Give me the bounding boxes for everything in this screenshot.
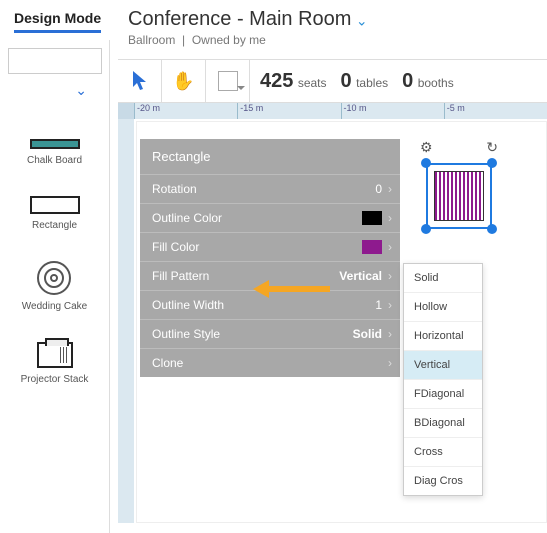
dropdown-item-diag-cros[interactable]: Diag Cros <box>404 467 482 495</box>
hand-icon: ✋ <box>172 71 194 92</box>
search-input[interactable] <box>8 48 102 74</box>
dropdown-item-bdiagonal[interactable]: BDiagonal <box>404 409 482 438</box>
sidebar: ⌄ Chalk Board Rectangle Wedding Cake Pro… <box>0 40 110 533</box>
palette-label: Chalk Board <box>27 155 82 166</box>
dropdown-item-hollow[interactable]: Hollow <box>404 293 482 322</box>
prop-outline-color[interactable]: Outline Color › <box>140 203 400 232</box>
prop-clone[interactable]: Clone › <box>140 348 400 377</box>
palette-projector-stack[interactable]: Projector Stack <box>21 342 89 385</box>
resize-handle[interactable] <box>421 224 431 234</box>
color-swatch-black <box>362 211 382 225</box>
wedding-cake-icon <box>37 261 71 295</box>
color-swatch-purple <box>362 240 382 254</box>
properties-panel: Rectangle Rotation 0› Outline Color › Fi… <box>140 139 400 377</box>
rectangle-icon <box>30 196 80 214</box>
seat-count: 425 <box>260 70 293 92</box>
prop-fill-color[interactable]: Fill Color › <box>140 232 400 261</box>
prop-outline-style[interactable]: Outline Style Solid› <box>140 319 400 348</box>
resize-handle[interactable] <box>487 158 497 168</box>
palette-label: Rectangle <box>32 220 77 231</box>
fill-pattern-dropdown: SolidHollowHorizontalVerticalFDiagonalBD… <box>403 263 483 496</box>
canvas[interactable]: -20 m -15 m -10 m -5 m Rectangle Rotatio… <box>118 103 547 523</box>
resize-handle[interactable] <box>487 224 497 234</box>
chevron-down-icon[interactable]: ⌄ <box>75 82 87 99</box>
chevron-down-icon: ⌄ <box>356 12 368 28</box>
ruler-vertical <box>118 119 134 523</box>
gear-icon[interactable]: ⚙ <box>420 139 433 156</box>
ruler-corner <box>118 103 134 119</box>
room-subtitle: Ballroom | Owned by me <box>128 33 537 47</box>
room-title[interactable]: Conference - Main Room ⌄ <box>128 8 537 31</box>
dropdown-item-fdiagonal[interactable]: FDiagonal <box>404 380 482 409</box>
dropdown-item-horizontal[interactable]: Horizontal <box>404 322 482 351</box>
ruler-horizontal: -20 m -15 m -10 m -5 m <box>118 103 547 119</box>
design-mode-tab[interactable]: Design Mode <box>14 10 101 33</box>
palette-rectangle[interactable]: Rectangle <box>30 196 80 231</box>
prop-outline-width[interactable]: Outline Width 1› <box>140 290 400 319</box>
hand-tool[interactable]: ✋ <box>162 59 206 103</box>
booth-count: 0 <box>402 70 413 92</box>
color-picker[interactable] <box>206 59 250 103</box>
toolbar: ✋ 425 seats 0 tables 0 booths <box>118 59 547 103</box>
selected-rectangle[interactable]: ⚙ ↻ <box>426 163 492 229</box>
projector-stack-icon <box>37 342 73 368</box>
rotate-icon[interactable]: ↻ <box>486 139 498 156</box>
dropdown-item-solid[interactable]: Solid <box>404 264 482 293</box>
palette-chalk-board[interactable]: Chalk Board <box>27 139 82 166</box>
palette-label: Wedding Cake <box>22 301 87 312</box>
dropdown-item-vertical[interactable]: Vertical <box>404 351 482 380</box>
properties-title: Rectangle <box>140 139 400 174</box>
prop-fill-pattern[interactable]: Fill Pattern Vertical› <box>140 261 400 290</box>
prop-rotation[interactable]: Rotation 0› <box>140 174 400 203</box>
chalk-board-icon <box>30 139 80 149</box>
table-count: 0 <box>341 70 352 92</box>
palette-wedding-cake[interactable]: Wedding Cake <box>22 261 87 312</box>
pointer-tool[interactable] <box>118 59 162 103</box>
dropdown-item-cross[interactable]: Cross <box>404 438 482 467</box>
color-swatch-icon <box>218 71 238 91</box>
palette-label: Projector Stack <box>21 374 89 385</box>
resize-handle[interactable] <box>421 158 431 168</box>
